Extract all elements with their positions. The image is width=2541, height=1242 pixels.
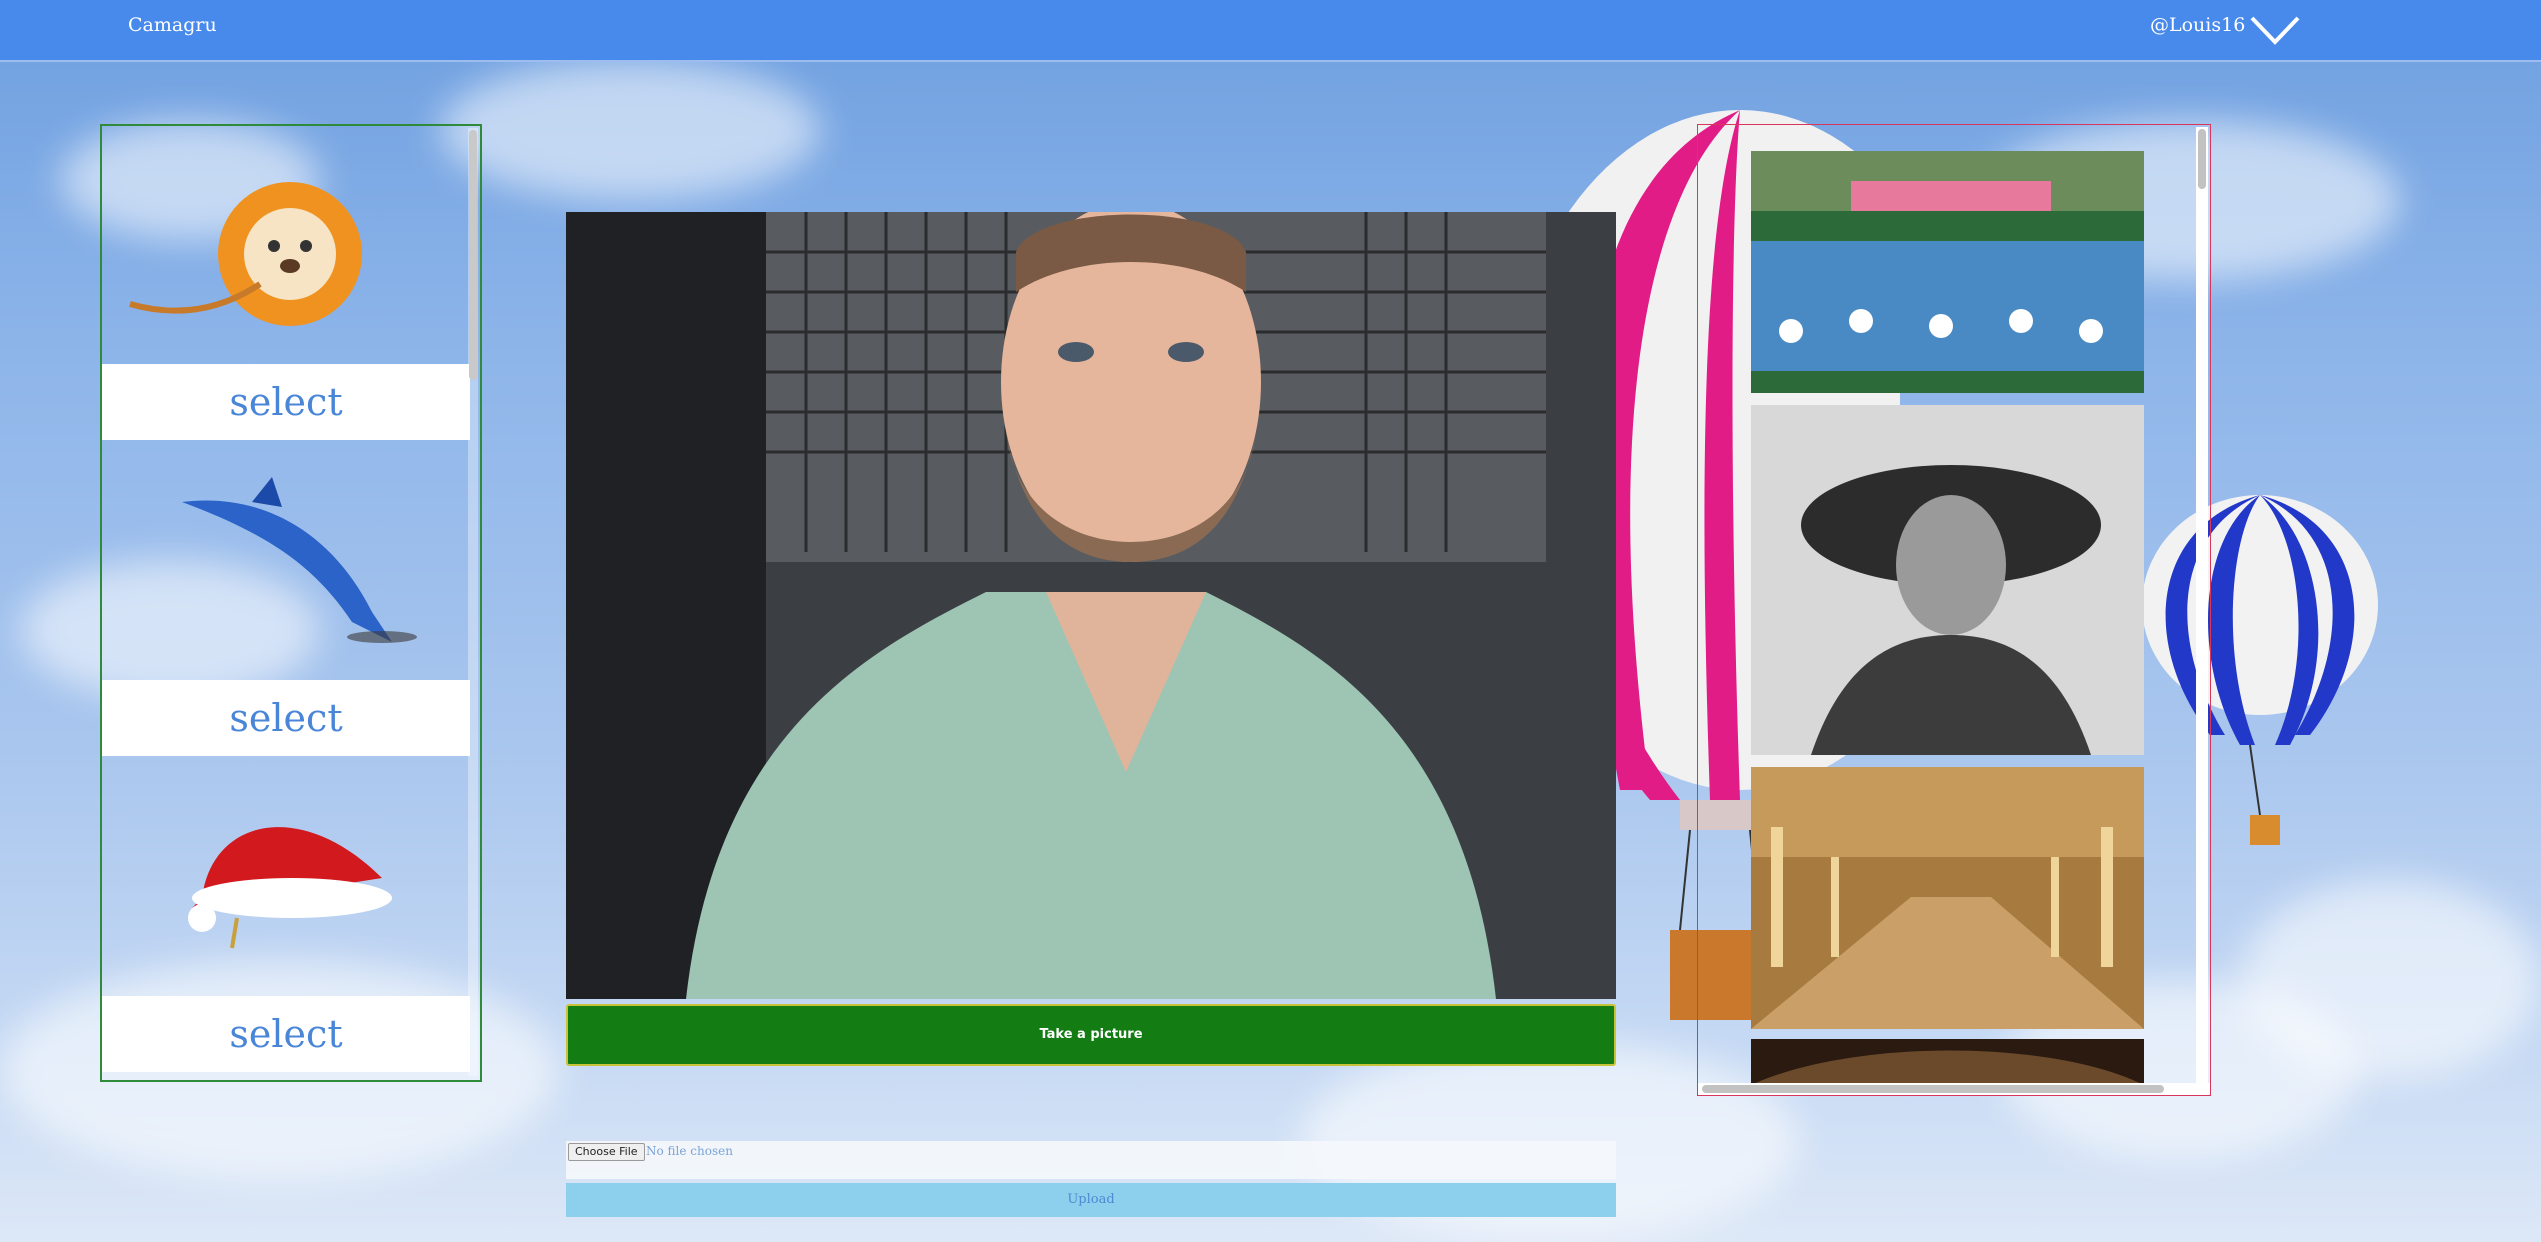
dolphin-sticker-icon[interactable] bbox=[102, 442, 470, 680]
webcam-video bbox=[566, 212, 1616, 999]
select-dolphin-button[interactable]: select bbox=[102, 680, 470, 756]
sticker-list: select select select bbox=[100, 124, 482, 1082]
upload-button[interactable]: Upload bbox=[566, 1183, 1616, 1217]
gallery-scrollbar-thumb[interactable] bbox=[2198, 129, 2206, 189]
brand-logo[interactable]: Camagru bbox=[128, 14, 217, 36]
file-status-text: No file chosen bbox=[646, 1144, 733, 1158]
santa-hat-sticker-icon[interactable] bbox=[102, 758, 470, 996]
photo-gallery bbox=[1697, 124, 2211, 1096]
username-link[interactable]: @Louis16 bbox=[2150, 14, 2245, 36]
camera-preview bbox=[566, 212, 1616, 999]
gallery-photo-4[interactable] bbox=[1751, 1039, 2144, 1085]
gallery-photo-2[interactable] bbox=[1751, 405, 2144, 755]
chevron-down-icon[interactable] bbox=[2250, 14, 2300, 46]
choose-file-button[interactable]: Choose File bbox=[568, 1143, 645, 1161]
sticker-card-lion: select bbox=[102, 126, 470, 442]
file-upload-row: Choose File No file chosen bbox=[566, 1141, 1616, 1179]
lion-sticker-icon[interactable] bbox=[102, 126, 470, 364]
sticker-card-santa-hat: select bbox=[102, 758, 470, 1074]
sticker-card-dolphin: select bbox=[102, 442, 470, 758]
top-navbar: Camagru @Louis16 bbox=[0, 0, 2541, 62]
gallery-horizontal-scrollbar-thumb[interactable] bbox=[1702, 1085, 2164, 1093]
select-lion-button[interactable]: select bbox=[102, 364, 470, 440]
gallery-photo-3[interactable] bbox=[1751, 767, 2144, 1029]
select-santa-hat-button[interactable]: select bbox=[102, 996, 470, 1072]
take-picture-button[interactable]: Take a picture bbox=[566, 1004, 1616, 1066]
gallery-scrollbar[interactable] bbox=[2196, 127, 2208, 1083]
gallery-photo-1[interactable] bbox=[1751, 151, 2144, 393]
sticker-scrollbar-thumb[interactable] bbox=[469, 130, 477, 380]
